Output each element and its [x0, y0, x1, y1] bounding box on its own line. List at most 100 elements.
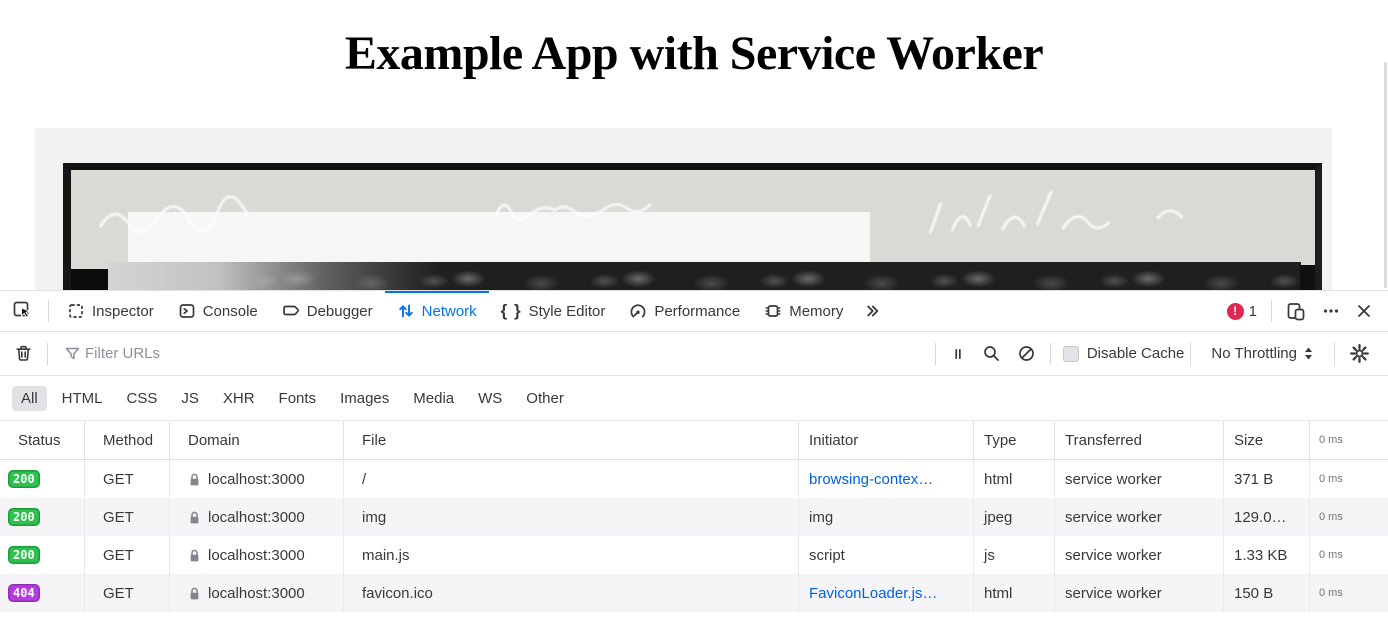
- meatballs-icon: [1322, 302, 1340, 320]
- network-settings-button[interactable]: [1341, 332, 1378, 375]
- type-filter-html[interactable]: HTML: [53, 386, 112, 411]
- tab-debugger[interactable]: Debugger: [270, 291, 385, 331]
- disable-cache-checkbox[interactable]: [1063, 346, 1079, 362]
- column-header-status[interactable]: Status: [0, 421, 85, 459]
- requests-table-header: Status Method Domain File Initiator Type…: [0, 421, 1388, 460]
- error-count-button[interactable]: ! 1: [1219, 291, 1265, 331]
- network-filter-bar: Disable Cache No Throttling: [0, 332, 1388, 376]
- column-header-timeline[interactable]: 0 ms: [1310, 421, 1388, 459]
- status-badge: 404: [8, 584, 40, 602]
- request-row[interactable]: 404 GET localhost:3000 favicon.ico Favic…: [0, 574, 1388, 612]
- responsive-design-button[interactable]: [1278, 291, 1314, 331]
- debugger-icon: [282, 302, 300, 320]
- pause-icon: [950, 346, 966, 362]
- error-count: 1: [1249, 303, 1257, 320]
- initiator-link[interactable]: FaviconLoader.js…: [799, 574, 974, 612]
- console-icon: [178, 302, 196, 320]
- filter-urls-input[interactable]: [81, 345, 929, 362]
- trash-icon: [14, 344, 33, 363]
- pause-traffic-button[interactable]: [942, 332, 974, 375]
- column-header-initiator[interactable]: Initiator: [799, 421, 974, 459]
- block-icon: [1017, 344, 1036, 363]
- close-devtools-button[interactable]: [1348, 291, 1380, 331]
- type-cell: js: [974, 536, 1055, 574]
- type-filter-xhr[interactable]: XHR: [214, 386, 264, 411]
- filterbar-separator: [1190, 343, 1191, 365]
- toolbar-right-group: ! 1: [1219, 291, 1380, 331]
- tab-performance[interactable]: Performance: [617, 291, 752, 331]
- request-type-filters: All HTML CSS JS XHR Fonts Images Media W…: [0, 376, 1388, 421]
- domain-cell: localhost:3000: [170, 574, 344, 612]
- tab-memory[interactable]: Memory: [752, 291, 855, 331]
- funnel-icon: [54, 345, 81, 362]
- braces-icon: { }: [501, 301, 522, 321]
- throttling-select[interactable]: No Throttling: [1197, 332, 1328, 375]
- type-filter-all[interactable]: All: [12, 386, 47, 411]
- transferred-cell: service worker: [1055, 460, 1224, 498]
- type-filter-css[interactable]: CSS: [118, 386, 167, 411]
- up-down-icon: [1303, 346, 1314, 361]
- page-scrollbar[interactable]: [1384, 62, 1387, 288]
- request-row[interactable]: 200 GET localhost:3000 img img jpeg serv…: [0, 498, 1388, 536]
- request-row[interactable]: 200 GET localhost:3000 / browsing-contex…: [0, 460, 1388, 498]
- method-cell: GET: [85, 498, 170, 536]
- size-cell: 371 B: [1224, 460, 1310, 498]
- request-row[interactable]: 200 GET localhost:3000 main.js script js…: [0, 536, 1388, 574]
- lock-icon: [188, 510, 201, 525]
- method-cell: GET: [85, 460, 170, 498]
- size-cell: 129.0…: [1224, 498, 1310, 536]
- devtools-toolbar: Inspector Console Debugger: [0, 291, 1388, 332]
- exclamation-circle-icon: !: [1227, 303, 1244, 320]
- size-cell: 150 B: [1224, 574, 1310, 612]
- filterbar-separator: [1334, 343, 1335, 365]
- devtools-panel: Inspector Console Debugger: [0, 290, 1388, 622]
- type-filter-ws[interactable]: WS: [469, 386, 511, 411]
- toolbar-separator: [1271, 300, 1272, 322]
- type-filter-js[interactable]: JS: [172, 386, 208, 411]
- browser-page: Example App with Service Worker: [0, 0, 1388, 81]
- timeline-cell: 0 ms: [1310, 536, 1388, 574]
- method-cell: GET: [85, 574, 170, 612]
- type-filter-images[interactable]: Images: [331, 386, 398, 411]
- column-header-method[interactable]: Method: [85, 421, 170, 459]
- disable-cache-label[interactable]: Disable Cache: [1087, 345, 1185, 362]
- lock-icon: [188, 548, 201, 563]
- more-tabs-button[interactable]: [855, 291, 889, 331]
- tab-label: Network: [422, 303, 477, 320]
- transferred-cell: service worker: [1055, 536, 1224, 574]
- devtools-menu-button[interactable]: [1314, 291, 1348, 331]
- column-header-domain[interactable]: Domain: [170, 421, 344, 459]
- page-title: Example App with Service Worker: [0, 0, 1388, 81]
- file-cell: favicon.ico: [344, 574, 799, 612]
- block-requests-button[interactable]: [1009, 332, 1044, 375]
- column-header-transferred[interactable]: Transferred: [1055, 421, 1224, 459]
- file-cell: img: [344, 498, 799, 536]
- type-filter-media[interactable]: Media: [404, 386, 463, 411]
- timeline-cell: 0 ms: [1310, 460, 1388, 498]
- initiator-cell: img: [799, 498, 974, 536]
- double-chevron-icon: [863, 302, 881, 320]
- close-icon: [1356, 303, 1372, 319]
- pick-element-button[interactable]: [4, 291, 42, 331]
- timeline-cell: 0 ms: [1310, 498, 1388, 536]
- column-header-type[interactable]: Type: [974, 421, 1055, 459]
- gauge-icon: [629, 302, 647, 320]
- column-header-file[interactable]: File: [344, 421, 799, 459]
- tab-label: Memory: [789, 303, 843, 320]
- tab-network[interactable]: Network: [385, 291, 489, 331]
- throttling-value: No Throttling: [1211, 345, 1297, 362]
- tab-label: Console: [203, 303, 258, 320]
- search-button[interactable]: [974, 332, 1009, 375]
- type-filter-other[interactable]: Other: [517, 386, 573, 411]
- tab-style-editor[interactable]: { } Style Editor: [489, 291, 618, 331]
- tab-console[interactable]: Console: [166, 291, 270, 331]
- clear-requests-button[interactable]: [6, 332, 41, 375]
- type-cell: html: [974, 460, 1055, 498]
- type-filter-fonts[interactable]: Fonts: [270, 386, 326, 411]
- transferred-cell: service worker: [1055, 574, 1224, 612]
- tab-inspector[interactable]: Inspector: [55, 291, 166, 331]
- column-header-size[interactable]: Size: [1224, 421, 1310, 459]
- initiator-link[interactable]: browsing-contex…: [799, 460, 974, 498]
- type-cell: html: [974, 574, 1055, 612]
- tab-label: Inspector: [92, 303, 154, 320]
